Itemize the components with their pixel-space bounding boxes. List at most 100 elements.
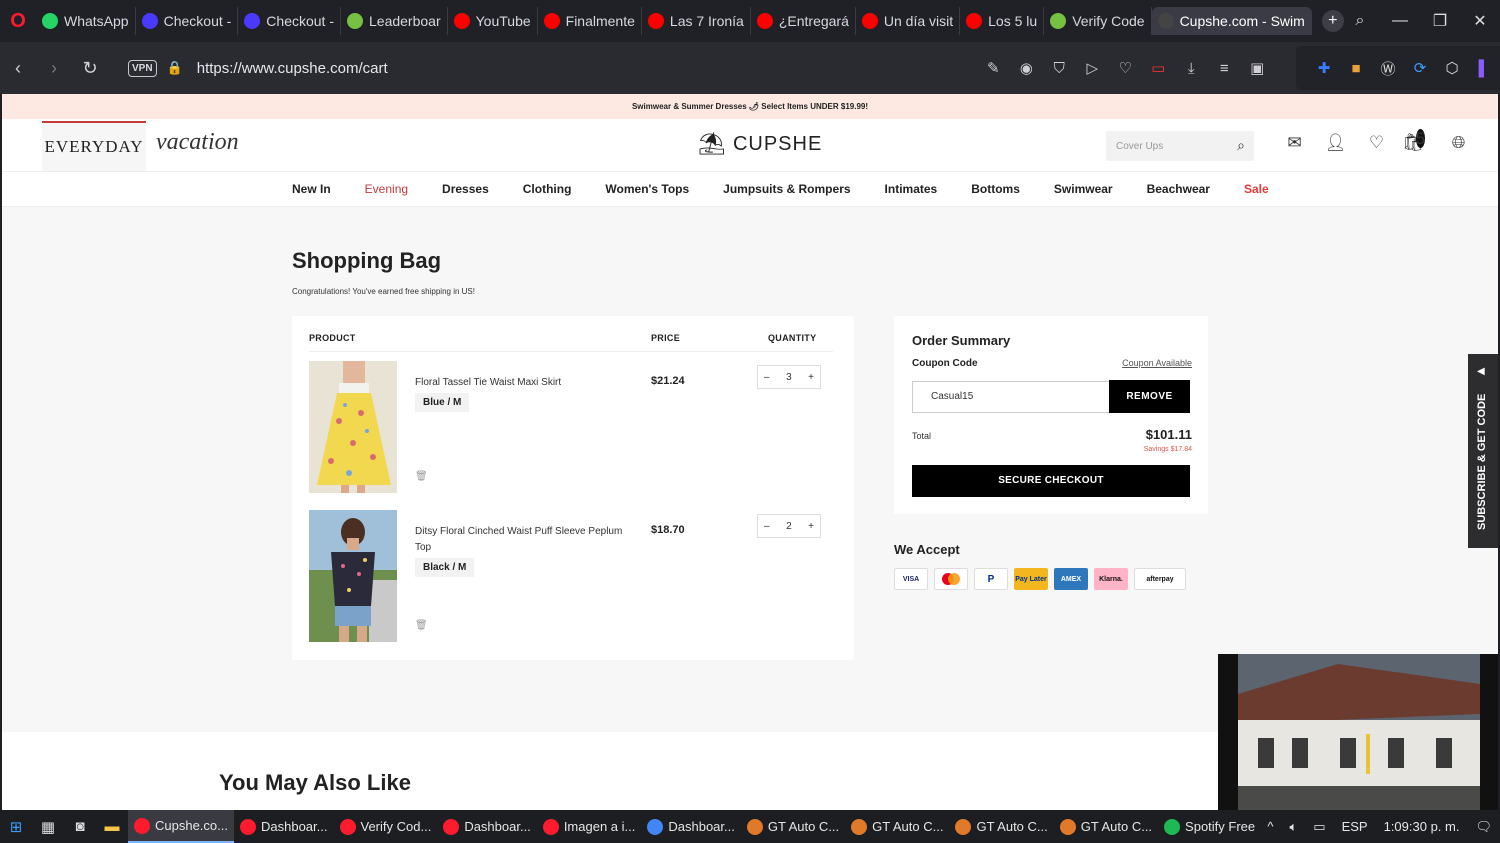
taskbar-app[interactable]: Cupshe.co... <box>128 810 234 843</box>
site-logo[interactable]: ⛱ CUPSHE <box>698 131 822 157</box>
browser-tab[interactable]: Finalmente <box>538 7 642 35</box>
menu-item-intimates[interactable]: Intimates <box>885 182 938 196</box>
menu-item-women-s-tops[interactable]: Women's Tops <box>605 182 689 196</box>
settings-icon[interactable]: ≡ <box>1208 60 1241 77</box>
vpn-badge[interactable]: VPN <box>128 59 157 77</box>
extension-sync-icon[interactable]: ⟳ <box>1404 59 1436 77</box>
menu-item-bottoms[interactable]: Bottoms <box>971 182 1020 196</box>
product-name[interactable]: Floral Tassel Tie Waist Maxi Skirt <box>415 375 635 391</box>
taskbar-app[interactable]: GT Auto C... <box>741 810 845 843</box>
menu-item-clothing[interactable]: Clothing <box>523 182 572 196</box>
edit-icon[interactable]: ✎ <box>977 59 1010 77</box>
taskbar-app[interactable]: GT Auto C... <box>1054 810 1158 843</box>
picture-in-picture-video[interactable] <box>1218 654 1498 810</box>
globe-icon[interactable]: 🌐︎ <box>1438 133 1479 153</box>
taskbar-app[interactable]: Dashboar... <box>641 810 741 843</box>
browser-tab[interactable]: YouTube <box>448 7 538 35</box>
extension-cube-icon[interactable]: ⬡ <box>1436 59 1468 77</box>
mail-icon[interactable]: ✉ <box>1274 133 1315 153</box>
language-indicator[interactable]: ESP <box>1342 819 1368 834</box>
quantity-value[interactable]: 3 <box>786 372 792 383</box>
shield-icon[interactable]: ⛉ <box>1043 60 1076 77</box>
reload-icon[interactable]: ↻ <box>72 58 108 79</box>
menu-item-evening[interactable]: Evening <box>365 182 408 196</box>
calculator-icon[interactable]: ▦ <box>32 818 64 836</box>
browser-tab[interactable]: ¿Entregará <box>751 7 856 35</box>
increase-quantity-button[interactable]: + <box>808 372 814 383</box>
browser-tab[interactable]: Un día visit <box>856 7 961 35</box>
menu-item-swimwear[interactable]: Swimwear <box>1054 182 1113 196</box>
menu-item-beachwear[interactable]: Beachwear <box>1147 182 1210 196</box>
maximize-icon[interactable]: ❐ <box>1420 11 1460 31</box>
browser-tab[interactable]: Checkout - <box>136 7 239 35</box>
subscribe-tab[interactable]: ◀ SUBSCRIBE & GET CODE <box>1468 354 1498 548</box>
lock-icon[interactable]: 🔒 <box>167 60 183 76</box>
cast-icon[interactable]: ▭ <box>1142 59 1175 77</box>
product-thumbnail-skirt[interactable] <box>309 361 397 493</box>
taskbar-app[interactable]: Dashboar... <box>234 810 334 843</box>
decrease-quantity-button[interactable]: – <box>764 521 770 532</box>
coupon-field[interactable]: Casual15 <box>912 381 1110 413</box>
browser-tab[interactable]: WhatsApp <box>36 7 136 35</box>
download-icon[interactable]: ⤓ <box>1175 60 1208 77</box>
menu-item-sale[interactable]: Sale <box>1244 182 1269 196</box>
search-tabs-icon[interactable]: ⌕ <box>1340 12 1380 30</box>
browser-tab[interactable]: Checkout - <box>238 7 341 35</box>
tray-expand-icon[interactable]: ^ <box>1267 819 1273 834</box>
extension-orange-icon[interactable]: ■ <box>1340 60 1372 77</box>
menu-item-jumpsuits-rompers[interactable]: Jumpsuits & Rompers <box>723 182 850 196</box>
trash-icon[interactable]: 🗑︎ <box>415 471 428 482</box>
taskbar-app[interactable]: GT Auto C... <box>845 810 949 843</box>
clock[interactable]: 1:09:30 p. m. <box>1384 819 1460 834</box>
taskbar-app[interactable]: Dashboar... <box>437 810 537 843</box>
trash-icon[interactable]: 🗑︎ <box>415 620 428 631</box>
remove-coupon-button[interactable]: REMOVE <box>1109 380 1190 413</box>
opera-menu-icon[interactable]: O <box>0 0 36 42</box>
extension-w-icon[interactable]: Ⓦ <box>1372 58 1404 79</box>
decrease-quantity-button[interactable]: – <box>764 372 770 383</box>
taskbar-app[interactable]: GT Auto C... <box>949 810 1053 843</box>
file-explorer-icon[interactable]: ▬ <box>96 818 128 835</box>
search-icon[interactable]: ⌕ <box>1237 137 1245 154</box>
extension-blue-icon[interactable]: ✚ <box>1308 59 1340 77</box>
taskbar-app[interactable]: Spotify Free <box>1158 810 1261 843</box>
secure-checkout-button[interactable]: SECURE CHECKOUT <box>912 465 1190 497</box>
minimize-icon[interactable]: — <box>1380 12 1420 30</box>
send-icon[interactable]: ▷ <box>1076 59 1109 77</box>
product-variant[interactable]: Black / M <box>415 558 475 577</box>
notifications-icon[interactable]: 🗨︎ <box>1475 819 1492 835</box>
camera-app-icon[interactable]: ◙ <box>64 818 96 835</box>
brand-vacation[interactable]: vacation <box>156 129 239 156</box>
product-thumbnail-top[interactable] <box>309 510 397 642</box>
windows-start-icon[interactable]: ⊞ <box>0 818 32 836</box>
cart-icon[interactable]: 🛍︎5 <box>1397 129 1438 153</box>
heart-icon[interactable]: ♡ <box>1109 59 1142 77</box>
account-icon[interactable]: 👤︎ <box>1315 133 1356 153</box>
taskbar-app[interactable]: Imagen a i... <box>537 810 642 843</box>
browser-tab[interactable]: Cupshe.com - Swim <box>1151 7 1312 35</box>
browser-tab[interactable]: Leaderboar <box>341 7 448 35</box>
menu-item-new-in[interactable]: New In <box>292 182 331 196</box>
forward-icon[interactable]: › <box>36 58 72 79</box>
browser-tab[interactable]: Las 7 Ironía <box>642 7 751 35</box>
sidebar-toggle[interactable]: ▌ <box>1468 60 1500 77</box>
menu-item-dresses[interactable]: Dresses <box>442 182 489 196</box>
promo-banner[interactable]: Swimwear & Summer Dresses 🌶 Select Items… <box>2 94 1498 119</box>
quantity-value[interactable]: 2 <box>786 521 792 532</box>
browser-tab[interactable]: Los 5 lu <box>960 7 1045 35</box>
camera-icon[interactable]: ◉ <box>1010 59 1043 77</box>
wishlist-heart-icon[interactable]: ♡ <box>1356 133 1397 153</box>
search-input[interactable]: Cover Ups ⌕ <box>1106 131 1254 161</box>
product-name[interactable]: Ditsy Floral Cinched Waist Puff Sleeve P… <box>415 524 635 556</box>
increase-quantity-button[interactable]: + <box>808 521 814 532</box>
coupon-available-link[interactable]: Coupon Available <box>1122 358 1192 368</box>
volume-icon[interactable]: 🔈︎ <box>1289 819 1297 835</box>
back-icon[interactable]: ‹ <box>0 58 36 79</box>
product-variant[interactable]: Blue / M <box>415 393 470 412</box>
brand-everyday[interactable]: EVERYDAY <box>42 121 146 171</box>
taskbar-app[interactable]: Verify Cod... <box>334 810 438 843</box>
browser-tab[interactable]: Verify Code <box>1044 7 1152 35</box>
close-icon[interactable]: ✕ <box>1460 11 1500 31</box>
url-field[interactable]: https://www.cupshe.com/cart <box>197 60 977 77</box>
network-icon[interactable]: ▭ <box>1313 819 1325 835</box>
